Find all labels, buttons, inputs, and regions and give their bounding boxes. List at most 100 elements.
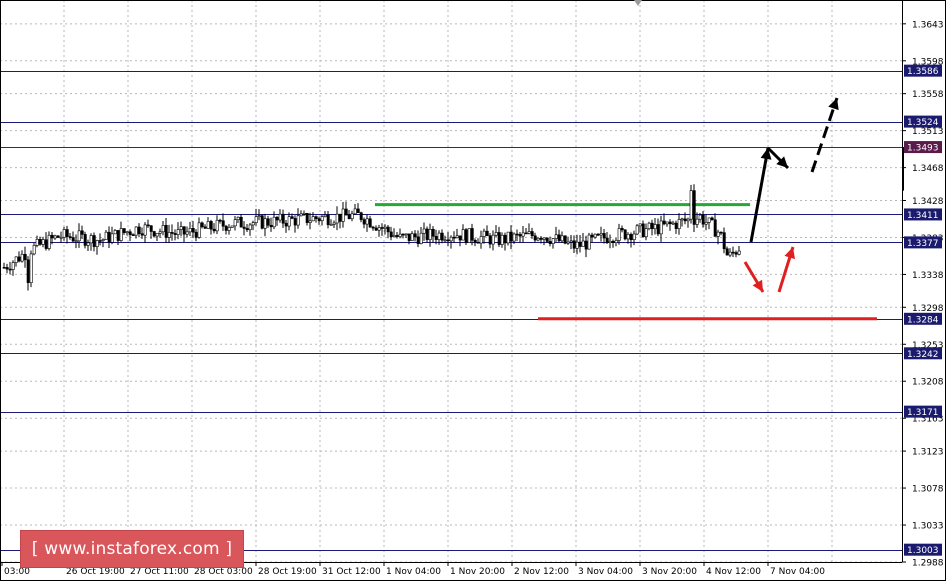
candle-body — [41, 239, 45, 245]
candlestick — [113, 229, 117, 235]
candlestick — [614, 237, 618, 247]
candlestick — [65, 225, 69, 244]
candlestick — [41, 236, 45, 248]
candlestick — [731, 246, 735, 258]
forecast-arrow-up-dashed-shaft — [810, 97, 839, 173]
candle-body — [530, 231, 534, 237]
candlestick — [560, 231, 564, 243]
candlestick — [452, 231, 456, 243]
candlestick — [269, 217, 273, 232]
candle-body — [206, 221, 210, 229]
candle-body — [308, 220, 312, 223]
candle-body — [32, 245, 36, 255]
candlestick — [638, 223, 642, 233]
candlestick — [737, 245, 741, 256]
candle-body — [218, 219, 222, 222]
candlestick — [464, 228, 468, 245]
candlestick — [389, 226, 393, 241]
candlestick — [281, 209, 285, 228]
candlestick — [89, 233, 93, 251]
candlestick — [608, 234, 612, 249]
candle-body — [533, 235, 537, 241]
candle-body — [8, 268, 12, 271]
candle-body — [656, 224, 660, 235]
candle-body — [29, 253, 33, 283]
candle-body — [653, 224, 657, 230]
candlestick — [521, 226, 525, 243]
candle-body — [281, 213, 285, 224]
candlestick — [380, 223, 384, 236]
candle-body — [482, 230, 486, 237]
candlestick — [497, 226, 501, 248]
candlestick — [62, 226, 66, 241]
candlestick — [725, 246, 729, 256]
candlestick — [623, 228, 627, 241]
candle-body — [47, 234, 51, 249]
candle-body — [290, 216, 294, 219]
candle-body — [53, 235, 57, 239]
candlestick — [14, 256, 18, 267]
candle-body — [566, 241, 570, 244]
candlestick — [680, 217, 684, 227]
level-label-text: 1.3586 — [907, 67, 939, 77]
x-tick-label: 28 Oct 03:00 — [194, 567, 253, 577]
candlestick — [134, 226, 138, 239]
candlestick — [32, 243, 36, 256]
candlestick — [392, 228, 396, 238]
candle-body — [491, 234, 495, 245]
candle-body — [137, 226, 141, 234]
candle-body — [194, 231, 198, 238]
candlestick — [365, 214, 369, 232]
candle-body — [245, 228, 249, 231]
candle-body — [128, 231, 132, 235]
candle-body — [599, 233, 603, 236]
candlestick — [137, 223, 141, 238]
candlestick — [527, 223, 531, 235]
candle-body — [89, 235, 93, 244]
candlestick — [329, 219, 333, 226]
instaforex-watermark: [ www.instaforex.com ] — [20, 530, 244, 568]
candlestick — [431, 226, 435, 243]
candle-body — [725, 248, 729, 256]
candle-body — [266, 218, 270, 226]
candle-body — [542, 237, 546, 240]
candlestick — [494, 225, 498, 238]
x-tick-label: 3 Nov 20:00 — [642, 567, 697, 577]
candlestick — [233, 215, 237, 231]
candlestick — [650, 219, 654, 236]
candle-body — [683, 218, 687, 222]
candle-body — [77, 230, 81, 242]
grid — [0, 0, 902, 563]
candlestick — [419, 226, 423, 245]
candle-body — [224, 225, 228, 231]
candle-body — [434, 235, 438, 240]
candlestick — [92, 232, 96, 252]
candlestick — [566, 236, 570, 245]
candlestick — [386, 225, 390, 239]
candle-body — [593, 233, 597, 238]
candlestick — [605, 232, 609, 245]
candle-body — [185, 231, 189, 235]
candlestick — [287, 212, 291, 231]
candle-body — [668, 221, 672, 225]
candlestick — [218, 218, 222, 224]
level-label-text: 1.3524 — [907, 118, 939, 128]
candlestick — [2, 262, 6, 269]
candle-body — [50, 234, 54, 239]
candle-body — [521, 232, 525, 237]
candle-body — [509, 231, 513, 242]
x-tick-label: 2 Nov 12:00 — [514, 567, 569, 577]
x-tick-label: 03:00 — [4, 567, 30, 577]
candle-body — [155, 232, 159, 237]
candle-body — [515, 233, 519, 236]
candlestick — [338, 213, 342, 229]
candle-body — [275, 216, 279, 221]
candle-body — [71, 237, 75, 242]
candlestick — [641, 220, 645, 238]
candle-body — [14, 256, 18, 263]
candle-body — [422, 228, 426, 234]
candlestick — [71, 231, 75, 243]
candle-body — [707, 217, 711, 223]
candlestick — [122, 228, 126, 235]
y-tick-label: 1.3338 — [912, 271, 944, 281]
